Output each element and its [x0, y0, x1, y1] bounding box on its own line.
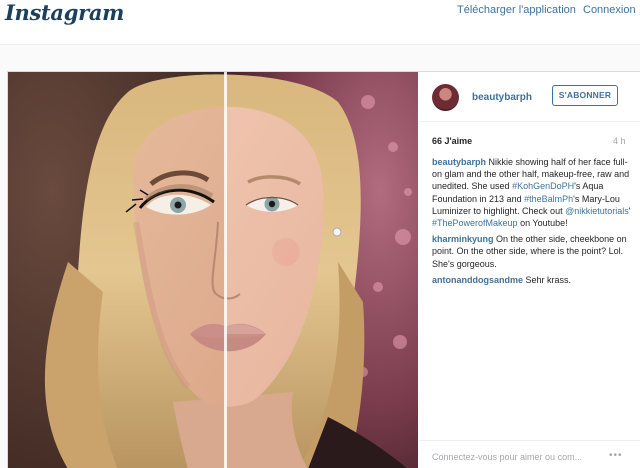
hashtag-link[interactable]: #theBalmPh: [524, 194, 573, 204]
follow-button[interactable]: S'ABONNER: [552, 85, 618, 106]
top-bar: Instagram Télécharger l'application Conn…: [0, 0, 640, 45]
comment-item: kharminkyung On the other side, cheekbon…: [432, 233, 632, 270]
comment-list: beautybarph Nikkie showing half of her f…: [432, 156, 632, 290]
face-illustration: [8, 72, 418, 468]
login-to-comment-link[interactable]: Connectez-vous pour aimer ou com...: [432, 452, 582, 462]
download-app-link[interactable]: Télécharger l'application: [457, 4, 576, 16]
caption: beautybarph Nikkie showing half of her f…: [432, 156, 632, 229]
post-username[interactable]: beautybarph: [472, 92, 532, 103]
post-photo[interactable]: [8, 72, 418, 468]
likes-count[interactable]: 66 J'aime: [432, 136, 472, 146]
comment-username[interactable]: antonanddogsandme: [432, 275, 523, 285]
hashtag-link[interactable]: #ThePowerofMakeup: [432, 218, 518, 228]
mention-link[interactable]: @nikkietutorials: [565, 206, 629, 216]
hashtag-link[interactable]: #KohGenDoPH: [512, 181, 574, 191]
caption-text-5: on Youtube!: [517, 218, 568, 229]
comment-item: antonanddogsandme Sehr krass.: [432, 274, 632, 286]
caption-username[interactable]: beautybarph: [432, 157, 486, 167]
post-sidebar: beautybarph S'ABONNER 66 J'aime 4 h beau…: [419, 72, 640, 468]
instagram-logo[interactable]: Instagram: [5, 0, 124, 25]
more-options-icon[interactable]: •••: [609, 450, 623, 461]
comment-text: Sehr krass.: [525, 274, 572, 285]
post-header: beautybarph S'ABONNER: [419, 72, 640, 122]
post-footer: Connectez-vous pour aimer ou com... •••: [419, 440, 640, 468]
post-card: beautybarph S'ABONNER 66 J'aime 4 h beau…: [7, 71, 640, 468]
avatar[interactable]: [432, 84, 459, 111]
caption-text-4: ': [628, 205, 631, 216]
login-link[interactable]: Connexion: [583, 4, 636, 16]
comment-username[interactable]: kharminkyung: [432, 234, 494, 244]
post-time[interactable]: 4 h: [613, 136, 626, 146]
